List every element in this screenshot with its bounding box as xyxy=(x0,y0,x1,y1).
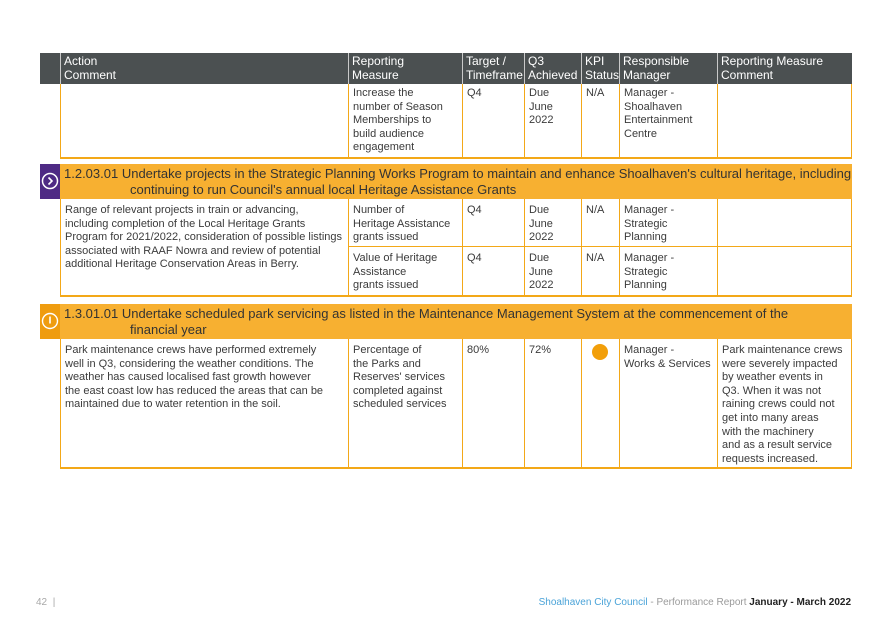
page-number: 42 | xyxy=(36,597,56,608)
measure-comment-cell: Park maintenance crews were severely impa… xyxy=(722,344,843,465)
target-cell: Q4 xyxy=(467,204,482,216)
divider xyxy=(60,339,61,468)
divider xyxy=(60,157,852,159)
header-kpi-status: KPI Status xyxy=(581,53,619,84)
divider xyxy=(462,339,463,468)
target-cell: 80% xyxy=(467,344,490,356)
divider xyxy=(851,339,852,468)
chevron-right-circle-icon xyxy=(41,172,59,190)
achieved-cell: Due June 2022 xyxy=(529,87,554,127)
action-comment-cell: Range of relevant projects in train or a… xyxy=(65,204,342,271)
divider xyxy=(717,199,718,296)
action-heading-1-2-03-01: 1.2.03.01 Undertake projects in the Stra… xyxy=(60,164,852,199)
manager-cell: Manager - Shoalhaven Entertainment Centre xyxy=(624,87,693,140)
kpi-status-cell: N/A xyxy=(586,87,605,99)
manager-cell: Manager - Strategic Planning xyxy=(624,204,675,244)
header-reporting-measure: Reporting Measure xyxy=(348,53,462,84)
divider xyxy=(462,199,463,296)
divider xyxy=(524,84,525,158)
divider xyxy=(717,339,718,468)
footer-period: January - March 2022 xyxy=(749,597,851,608)
header-q3-achieved: Q3 Achieved xyxy=(524,53,581,84)
divider xyxy=(348,339,349,468)
manager-cell: Manager - Strategic Planning xyxy=(624,252,675,292)
divider xyxy=(851,84,852,158)
footer-report-label: - Performance Report xyxy=(647,597,750,608)
manager-cell: Manager - Works & Services xyxy=(624,344,711,370)
divider xyxy=(619,339,620,468)
divider xyxy=(348,84,349,158)
divider xyxy=(462,84,463,158)
divider xyxy=(524,339,525,468)
divider xyxy=(348,199,349,296)
divider xyxy=(348,246,852,247)
kpi-status-dot xyxy=(592,344,608,360)
action-badge xyxy=(40,304,60,339)
header-measure-comment: Reporting Measure Comment xyxy=(717,53,852,84)
divider xyxy=(717,84,718,158)
divider xyxy=(581,84,582,158)
achieved-cell: 72% xyxy=(529,344,552,356)
table-header: Action Comment Reporting Measure Target / T… xyxy=(40,53,852,84)
kpi-status-cell: N/A xyxy=(586,204,605,216)
header-action-comment: Action Comment xyxy=(60,53,348,84)
measure-cell: Value of Heritage Assistance grants issued xyxy=(353,252,438,292)
action-badge xyxy=(40,164,60,199)
target-cell: Q4 xyxy=(467,87,482,99)
target-cell: Q4 xyxy=(467,252,482,264)
footer-report-title: Shoalhaven City Council - Performance Re… xyxy=(539,597,851,608)
header-responsible-manager: Responsible Manager xyxy=(619,53,717,84)
divider xyxy=(581,339,582,468)
divider xyxy=(60,295,852,297)
measure-cell: Percentage of the Parks and Reserves' serv… xyxy=(353,344,447,411)
action-comment-cell: Park maintenance crews have performed ex… xyxy=(65,344,324,411)
header-target: Target / Timeframe xyxy=(462,53,524,84)
divider xyxy=(60,199,61,296)
measure-cell: Number of Heritage Assistance grants issue… xyxy=(353,204,451,244)
achieved-cell: Due June 2022 xyxy=(529,252,554,292)
achieved-cell: Due June 2022 xyxy=(529,204,554,244)
divider xyxy=(619,199,620,296)
divider xyxy=(60,84,61,158)
action-heading-1-3-01-01: 1.3.01.01 Undertake scheduled park servi… xyxy=(60,304,852,339)
divider xyxy=(60,467,852,469)
alert-circle-icon xyxy=(41,312,59,330)
divider xyxy=(581,199,582,296)
measure-cell: Increase the number of Season Memberships … xyxy=(353,87,443,154)
divider xyxy=(851,199,852,296)
kpi-status-cell: N/A xyxy=(586,252,605,264)
divider xyxy=(619,84,620,158)
footer-org: Shoalhaven City Council xyxy=(538,597,648,608)
divider xyxy=(524,199,525,296)
